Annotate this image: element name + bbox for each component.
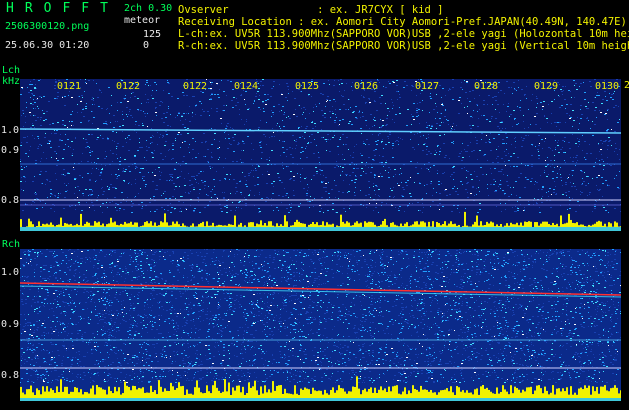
rch-tick-0-8: 0.8 — [1, 370, 20, 381]
time-mark: 0127 — [415, 81, 440, 92]
lch-tick-1-0: 1.0 — [1, 125, 20, 136]
lch-info: L-ch:ex. UV5R 113.900Mhz(SAPPORO VOR)USB… — [178, 28, 629, 40]
time-mark: 0128 — [474, 81, 499, 92]
time-mark: 0130 — [595, 81, 620, 92]
meteor-count-rch: 0 — [143, 40, 150, 51]
meteor-label: meteor — [124, 15, 161, 26]
lch-tick-0-9: 0.9 — [1, 145, 20, 156]
time-mark: 0129 — [534, 81, 559, 92]
location-info: Receiving Location : ex. Aomori City Aom… — [178, 16, 627, 28]
lch-unit-label: kHz — [2, 76, 21, 87]
lch-waterfall — [20, 79, 621, 231]
rch-info: R-ch:ex. UV5R 113.900Mhz(SAPPORO VOR)USB… — [178, 40, 629, 52]
observer-info: Ovserver : ex. JR7CYX [ kid ] — [178, 4, 444, 16]
lch-label: Lch — [2, 65, 21, 76]
time-mark: 0124 — [234, 81, 259, 92]
rch-tick-1-0: 1.0 — [1, 267, 20, 278]
lch-tick-0-8: 0.8 — [1, 195, 20, 206]
time-mark: 0121 — [57, 81, 82, 92]
timestamp: 25.06.30 01:20 — [5, 40, 90, 51]
rch-tick-0-9: 0.9 — [1, 319, 20, 330]
file-name: 2506300120.png — [5, 21, 90, 32]
time-mark: 0122 — [183, 81, 208, 92]
app-title: HROFFT — [6, 1, 119, 16]
rch-waterfall — [20, 249, 621, 401]
edge-digit: 2 — [624, 80, 629, 91]
time-mark: 0122 — [116, 81, 141, 92]
meteor-count-lch: 125 — [143, 29, 162, 40]
mode-label: 2ch 0.30 — [124, 3, 173, 14]
rch-label: Rch — [2, 239, 21, 250]
time-mark: 0125 — [295, 81, 320, 92]
time-mark: 0126 — [354, 81, 379, 92]
